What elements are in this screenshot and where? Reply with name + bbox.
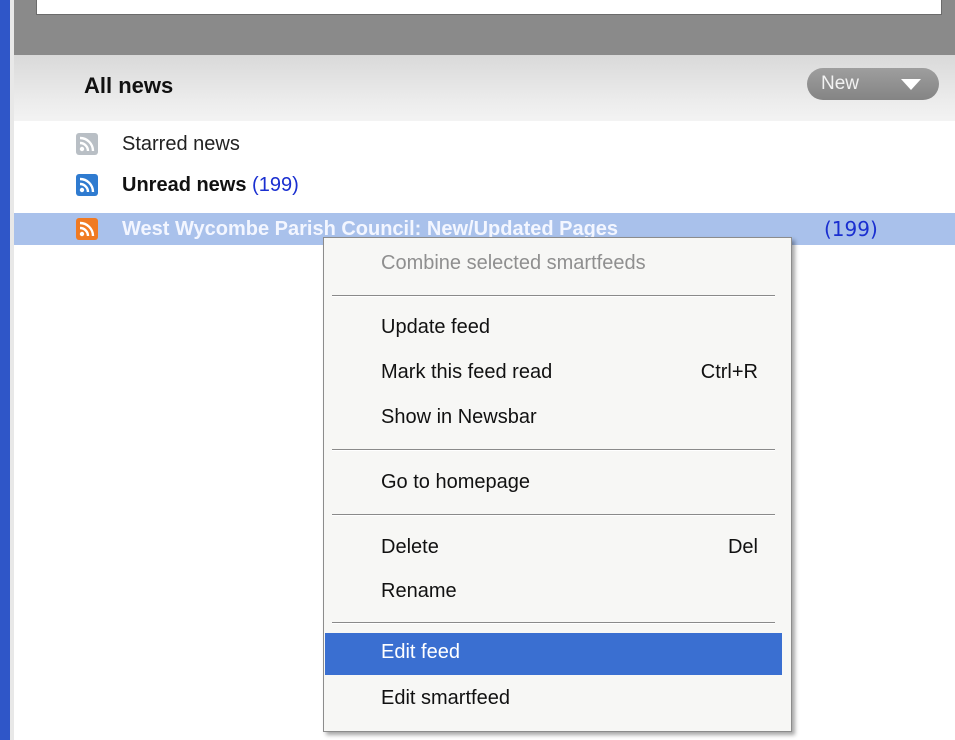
menu-item-edit-smartfeed[interactable]: Edit smartfeed xyxy=(325,679,782,719)
menu-item-label: Rename xyxy=(381,580,457,602)
menu-item-shortcut: Del xyxy=(727,536,758,558)
chevron-down-icon xyxy=(901,79,921,90)
rss-feed-icon xyxy=(76,174,98,196)
page-title: All news xyxy=(84,73,174,98)
new-button-label: New xyxy=(821,73,860,94)
menu-item-label: Mark this feed read xyxy=(381,361,553,383)
menu-item-delete[interactable]: Delete Del xyxy=(325,528,782,568)
search-input[interactable] xyxy=(36,0,942,15)
menu-item-label: Show in Newsbar xyxy=(381,406,537,428)
menu-separator xyxy=(332,514,775,516)
unread-count: (199) xyxy=(252,173,299,196)
top-panel xyxy=(14,0,955,55)
feed-item-starred[interactable]: Starred news xyxy=(14,129,955,159)
feed-item-label: Starred news xyxy=(122,132,240,155)
menu-item-go-homepage[interactable]: Go to homepage xyxy=(325,463,782,503)
feed-item-label-wrap: Unread news (199) xyxy=(122,174,299,197)
menu-item-shortcut: Ctrl+R xyxy=(700,361,758,383)
new-button[interactable]: New xyxy=(807,68,939,100)
menu-item-label: Update feed xyxy=(381,316,490,338)
menu-item-show-newsbar[interactable]: Show in Newsbar xyxy=(325,398,782,438)
unread-count: (199) xyxy=(824,217,878,241)
menu-item-combine-smartfeeds: Combine selected smartfeeds xyxy=(325,244,782,284)
menu-separator xyxy=(332,622,775,624)
window-left-border xyxy=(0,0,14,740)
menu-item-label: Edit feed xyxy=(381,641,460,663)
menu-item-label: Combine selected smartfeeds xyxy=(381,252,646,274)
feeds-header: All news New xyxy=(14,55,955,121)
menu-separator xyxy=(332,295,775,297)
menu-separator xyxy=(332,449,775,451)
menu-item-label: Delete xyxy=(381,536,439,558)
menu-item-edit-feed[interactable]: Edit feed xyxy=(325,633,782,675)
feed-item-label: Unread news xyxy=(122,173,247,196)
menu-item-label: Go to homepage xyxy=(381,471,530,493)
rss-feed-icon xyxy=(76,218,98,240)
menu-item-mark-read[interactable]: Mark this feed read Ctrl+R xyxy=(325,353,782,393)
menu-item-label: Edit smartfeed xyxy=(381,687,510,709)
menu-item-rename[interactable]: Rename xyxy=(325,572,782,612)
feed-item-unread[interactable]: Unread news (199) xyxy=(14,170,955,200)
rss-feed-icon xyxy=(76,133,98,155)
menu-item-update-feed[interactable]: Update feed xyxy=(325,308,782,348)
context-menu: Combine selected smartfeeds Update feed … xyxy=(323,237,792,732)
